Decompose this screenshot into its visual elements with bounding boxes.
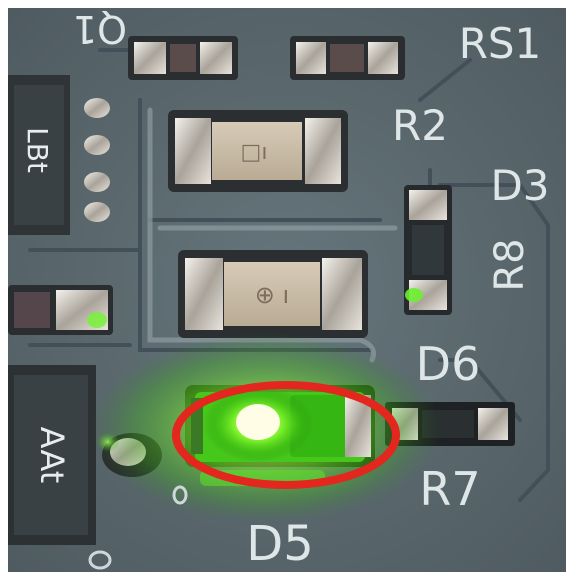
pcb-photo: LBt AAt □ı ⊕ ı Q1 RS1 R2 D3 R8 D6 R7 D5	[0, 0, 574, 580]
led-upper: □ı	[168, 110, 348, 192]
label-rs1: RS1	[459, 19, 542, 68]
svg-text:⊕ ı: ⊕ ı	[255, 281, 289, 309]
resistor-top-left	[128, 36, 238, 80]
chip-label-lbt: LBt	[21, 127, 54, 173]
led-middle: ⊕ ı	[178, 250, 368, 338]
diode-d6-component	[404, 185, 452, 315]
label-q1: Q1	[73, 7, 127, 51]
label-r2: R2	[392, 101, 448, 150]
label-d6: D6	[416, 337, 481, 391]
ic-chip-lbt: LBt	[8, 75, 70, 235]
resistor-left	[8, 285, 113, 335]
led-d5-lit	[90, 333, 440, 523]
label-d5: D5	[246, 516, 314, 572]
label-r8: R8	[487, 238, 533, 291]
svg-text:□ı: □ı	[241, 140, 268, 165]
chip-label-aat: AAt	[33, 427, 71, 484]
label-d3: D3	[490, 161, 549, 210]
label-r7: R7	[419, 462, 480, 516]
resistor-top-right	[290, 36, 405, 80]
ic-chip-aat: AAt	[8, 365, 96, 545]
